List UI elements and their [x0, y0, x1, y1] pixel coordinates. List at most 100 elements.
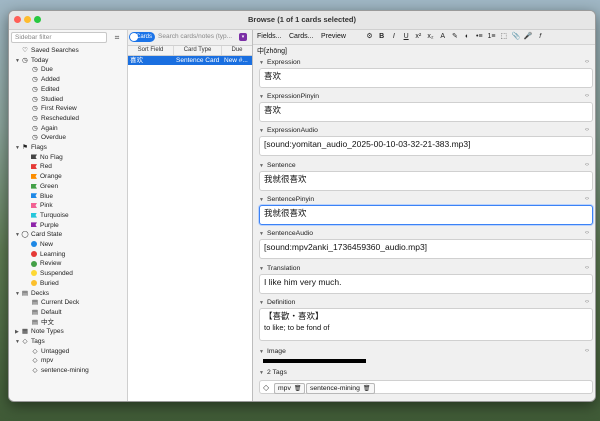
field-label-image[interactable]: ▼ Image [259, 347, 286, 356]
sidebar-item-overdue[interactable]: ◷ Overdue [25, 133, 66, 142]
preview-button[interactable]: Preview [321, 32, 346, 42]
html-editor-toggle-icon[interactable]: ‹› [585, 264, 589, 273]
collapse-chevron-icon[interactable]: ▼ [259, 163, 264, 169]
sidebar-item-current-deck[interactable]: ▤ Current Deck [25, 298, 79, 307]
sidebar-item-buried[interactable]: Buried [25, 279, 59, 288]
sidebar-item-due[interactable]: ◷ Due [25, 65, 53, 74]
sidebar-mode-icon[interactable]: ⌗ [112, 33, 122, 43]
block-icon[interactable]: ⬚ [499, 32, 508, 42]
collapse-chevron-icon[interactable]: ▼ [259, 128, 264, 134]
sidebar-item-studied[interactable]: ◷ Studied [25, 95, 63, 104]
sidebar-item-中文[interactable]: ▤ 中文 [25, 318, 54, 327]
collapse-chevron-icon[interactable]: ▼ [259, 231, 264, 237]
sidebar-item-green[interactable]: Green [25, 182, 58, 191]
html-editor-toggle-icon[interactable]: ‹› [585, 195, 589, 204]
html-editor-toggle-icon[interactable]: ‹› [585, 92, 589, 101]
sidebar-item-red[interactable]: Red [25, 162, 52, 171]
numbered-list-icon[interactable]: 1≡ [487, 32, 496, 42]
column-sort-field[interactable]: Sort Field [128, 46, 174, 55]
sidebar-item-first-review[interactable]: ◷ First Review [25, 104, 77, 113]
italic-icon[interactable]: I [389, 32, 398, 42]
cards-notes-toggle[interactable]: Cards [129, 32, 155, 42]
html-editor-toggle-icon[interactable]: ‹› [585, 126, 589, 135]
fields-button[interactable]: Fields... [257, 32, 282, 42]
field-label-translation[interactable]: ▼ Translation [259, 264, 300, 273]
sidebar-item-turquoise[interactable]: Turquoise [25, 211, 69, 220]
field-input-definition[interactable]: 【喜歡・喜欢】 to like; to be fond of [259, 308, 593, 341]
tag-chip-sentence-mining[interactable]: sentence-mining 🗑 [306, 383, 375, 394]
field-label-sentenceaudio[interactable]: ▼ SentenceAudio [259, 229, 313, 238]
cards-button[interactable]: Cards... [289, 32, 314, 42]
field-input-expression[interactable]: 喜欢 [259, 68, 593, 88]
sidebar-filter-input[interactable]: Sidebar filter [11, 32, 107, 43]
tag-chip-mpv[interactable]: mpv 🗑 [274, 383, 306, 394]
trash-icon[interactable]: 🗑 [363, 386, 371, 392]
search-options-icon[interactable]: ▾ [239, 33, 247, 41]
table-row[interactable]: 喜欢 Sentence Card New #... [128, 56, 252, 65]
field-input-translation[interactable]: I like him very much. [259, 274, 593, 294]
collapse-chevron-icon[interactable]: ▼ [259, 349, 264, 355]
subscript-icon[interactable]: x₂ [426, 32, 435, 42]
sidebar-item-again[interactable]: ◷ Again [25, 124, 57, 133]
eraser-icon[interactable]: ◐ [463, 32, 472, 42]
sidebar-item-today[interactable]: ▼ ◷ Today [15, 56, 48, 65]
column-card-type[interactable]: Card Type [174, 46, 222, 55]
field-input-expressionaudio[interactable]: [sound:yomitan_audio_2025-00-10-03-32-21… [259, 136, 593, 156]
sidebar-item-mpv[interactable]: ◇ mpv [25, 356, 54, 365]
sidebar-item-blue[interactable]: Blue [25, 192, 53, 201]
sidebar-item-rescheduled[interactable]: ◷ Rescheduled [25, 114, 79, 123]
column-due[interactable]: Due [222, 46, 252, 55]
html-editor-toggle-icon[interactable]: ‹› [585, 161, 589, 170]
collapse-chevron-icon[interactable]: ▼ [259, 300, 264, 306]
sidebar-item-added[interactable]: ◷ Added [25, 75, 60, 84]
field-label-expressionaudio[interactable]: ▼ ExpressionAudio [259, 126, 318, 135]
field-label-expression[interactable]: ▼ Expression [259, 58, 301, 67]
sidebar-item-orange[interactable]: Orange [25, 172, 62, 181]
gear-icon[interactable]: ⚙ [365, 32, 374, 42]
superscript-icon[interactable]: x² [414, 32, 423, 42]
text-color-icon[interactable]: A [438, 32, 447, 42]
sidebar-item-new[interactable]: New [25, 240, 53, 249]
function-icon[interactable]: 𝑓 [536, 32, 545, 42]
trash-icon[interactable]: 🗑 [294, 386, 302, 392]
field-input-sentenceaudio[interactable]: [sound:mpv2anki_1736459360_audio.mp3] [259, 239, 593, 259]
microphone-icon[interactable]: 🎤 [524, 32, 533, 42]
field-input-sentencepinyin[interactable]: 我就很喜欢 [259, 205, 593, 225]
sidebar-item-saved-searches[interactable]: ♡ Saved Searches [15, 46, 79, 55]
html-editor-toggle-icon[interactable]: ‹› [585, 58, 589, 67]
sidebar-item-decks[interactable]: ▼ ▤ Decks [15, 289, 49, 298]
field-input-expressionpinyin[interactable]: 喜欢 [259, 102, 593, 122]
sidebar-item-untagged[interactable]: ◇ Untagged [25, 347, 70, 356]
tags-header[interactable]: ▼ 2 Tags [259, 368, 287, 377]
sidebar-item-sentence-mining[interactable]: ◇ sentence-mining [25, 366, 89, 375]
highlight-icon[interactable]: ✎ [450, 32, 459, 42]
sidebar-item-pink[interactable]: Pink [25, 201, 53, 210]
html-editor-toggle-icon[interactable]: ‹› [585, 347, 589, 356]
attachment-icon[interactable]: 📎 [511, 32, 521, 42]
field-label-sentence[interactable]: ▼ Sentence [259, 161, 296, 170]
collapse-chevron-icon[interactable]: ▼ [259, 370, 264, 376]
field-input-sentence[interactable]: 我就很喜欢 [259, 171, 593, 191]
sidebar-item-tags[interactable]: ▼ ◇ Tags [15, 337, 45, 346]
sidebar-item-purple[interactable]: Purple [25, 221, 59, 230]
html-editor-toggle-icon[interactable]: ‹› [585, 298, 589, 307]
sidebar-item-no-flag[interactable]: No Flag [25, 153, 63, 162]
field-label-expressionpinyin[interactable]: ▼ ExpressionPinyin [259, 92, 319, 101]
html-editor-toggle-icon[interactable]: ‹› [585, 229, 589, 238]
bold-icon[interactable]: B [377, 32, 386, 42]
field-label-sentencepinyin[interactable]: ▼ SentencePinyin [259, 195, 314, 204]
collapse-chevron-icon[interactable]: ▼ [259, 197, 264, 203]
sidebar-item-note-types[interactable]: ▶ ▦ Note Types [15, 327, 64, 336]
collapse-chevron-icon[interactable]: ▼ [259, 266, 264, 272]
tags-editor[interactable]: ◇ mpv 🗑 sentence-mining 🗑 [259, 380, 593, 394]
bullet-list-icon[interactable]: •≡ [475, 32, 484, 42]
field-label-definition[interactable]: ▼ Definition [259, 298, 295, 307]
collapse-chevron-icon[interactable]: ▼ [259, 94, 264, 100]
collapse-chevron-icon[interactable]: ▼ [259, 60, 264, 66]
sidebar-item-default[interactable]: ▤ Default [25, 308, 62, 317]
sidebar-item-flags[interactable]: ▼ ⚑ Flags [15, 143, 47, 152]
sidebar-item-card-state[interactable]: ▼◯ Card State [15, 230, 62, 239]
sidebar-item-review[interactable]: Review [25, 259, 61, 268]
field-image-preview[interactable] [263, 359, 366, 363]
sidebar-item-edited[interactable]: ◷ Edited [25, 85, 59, 94]
